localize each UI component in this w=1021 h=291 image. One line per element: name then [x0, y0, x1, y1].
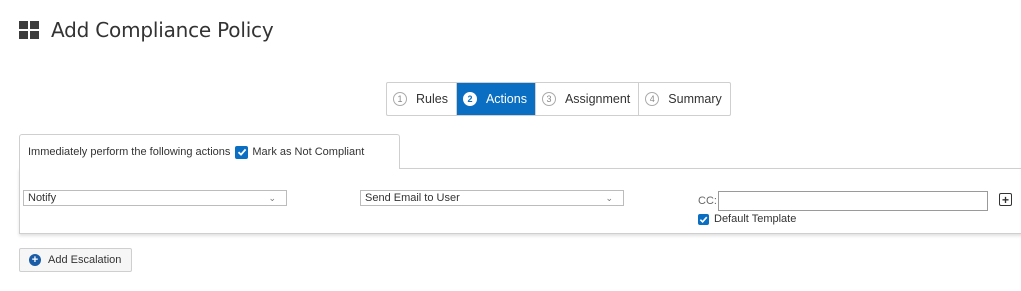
checkmark-icon [237, 148, 247, 156]
chevron-down-icon: ⌄ [605, 193, 613, 203]
step-rules[interactable]: 1 Rules [387, 83, 457, 115]
add-escalation-button[interactable]: + Add Escalation [19, 248, 132, 272]
default-template-option[interactable]: Default Template [698, 213, 796, 225]
default-template-checkbox[interactable] [698, 213, 709, 225]
wizard-stepper: 1 Rules 2 Actions 3 Assignment 4 Summary [386, 82, 731, 116]
step-label: Actions [485, 92, 527, 106]
step-number: 1 [393, 92, 407, 106]
notification-method-select[interactable]: Send Email to User ⌄ [360, 190, 624, 206]
chevron-down-icon: ⌄ [268, 193, 276, 203]
checkmark-icon [699, 216, 708, 223]
page-header: Add Compliance Policy [19, 18, 274, 42]
mark-not-compliant-checkbox[interactable] [235, 145, 249, 159]
notification-method-value: Send Email to User [365, 192, 460, 204]
action-select-value: Notify [28, 192, 57, 204]
tab-label: Immediately perform the following action… [28, 146, 231, 158]
cc-label: CC: [698, 195, 717, 207]
step-label: Assignment [564, 92, 631, 106]
mark-not-compliant-label: Mark as Not Compliant [252, 146, 365, 158]
add-escalation-label: Add Escalation [48, 254, 122, 266]
cc-input[interactable] [718, 191, 988, 211]
immediate-actions-tab[interactable]: Immediately perform the following action… [19, 134, 400, 169]
step-number: 3 [541, 92, 556, 106]
windows-icon [19, 21, 39, 39]
step-number: 4 [645, 92, 660, 106]
action-select[interactable]: Notify ⌄ [23, 190, 287, 206]
step-assignment[interactable]: 3 Assignment [536, 83, 640, 115]
add-cc-button[interactable]: + [999, 193, 1012, 206]
add-circle-icon: + [29, 254, 41, 266]
step-label: Summary [668, 92, 722, 106]
step-number: 2 [462, 92, 477, 106]
step-label: Rules [416, 92, 448, 106]
page-title: Add Compliance Policy [51, 18, 274, 42]
step-actions[interactable]: 2 Actions [456, 83, 536, 115]
step-summary[interactable]: 4 Summary [639, 83, 729, 115]
plus-icon: + [1001, 192, 1009, 207]
default-template-label: Default Template [714, 213, 797, 225]
